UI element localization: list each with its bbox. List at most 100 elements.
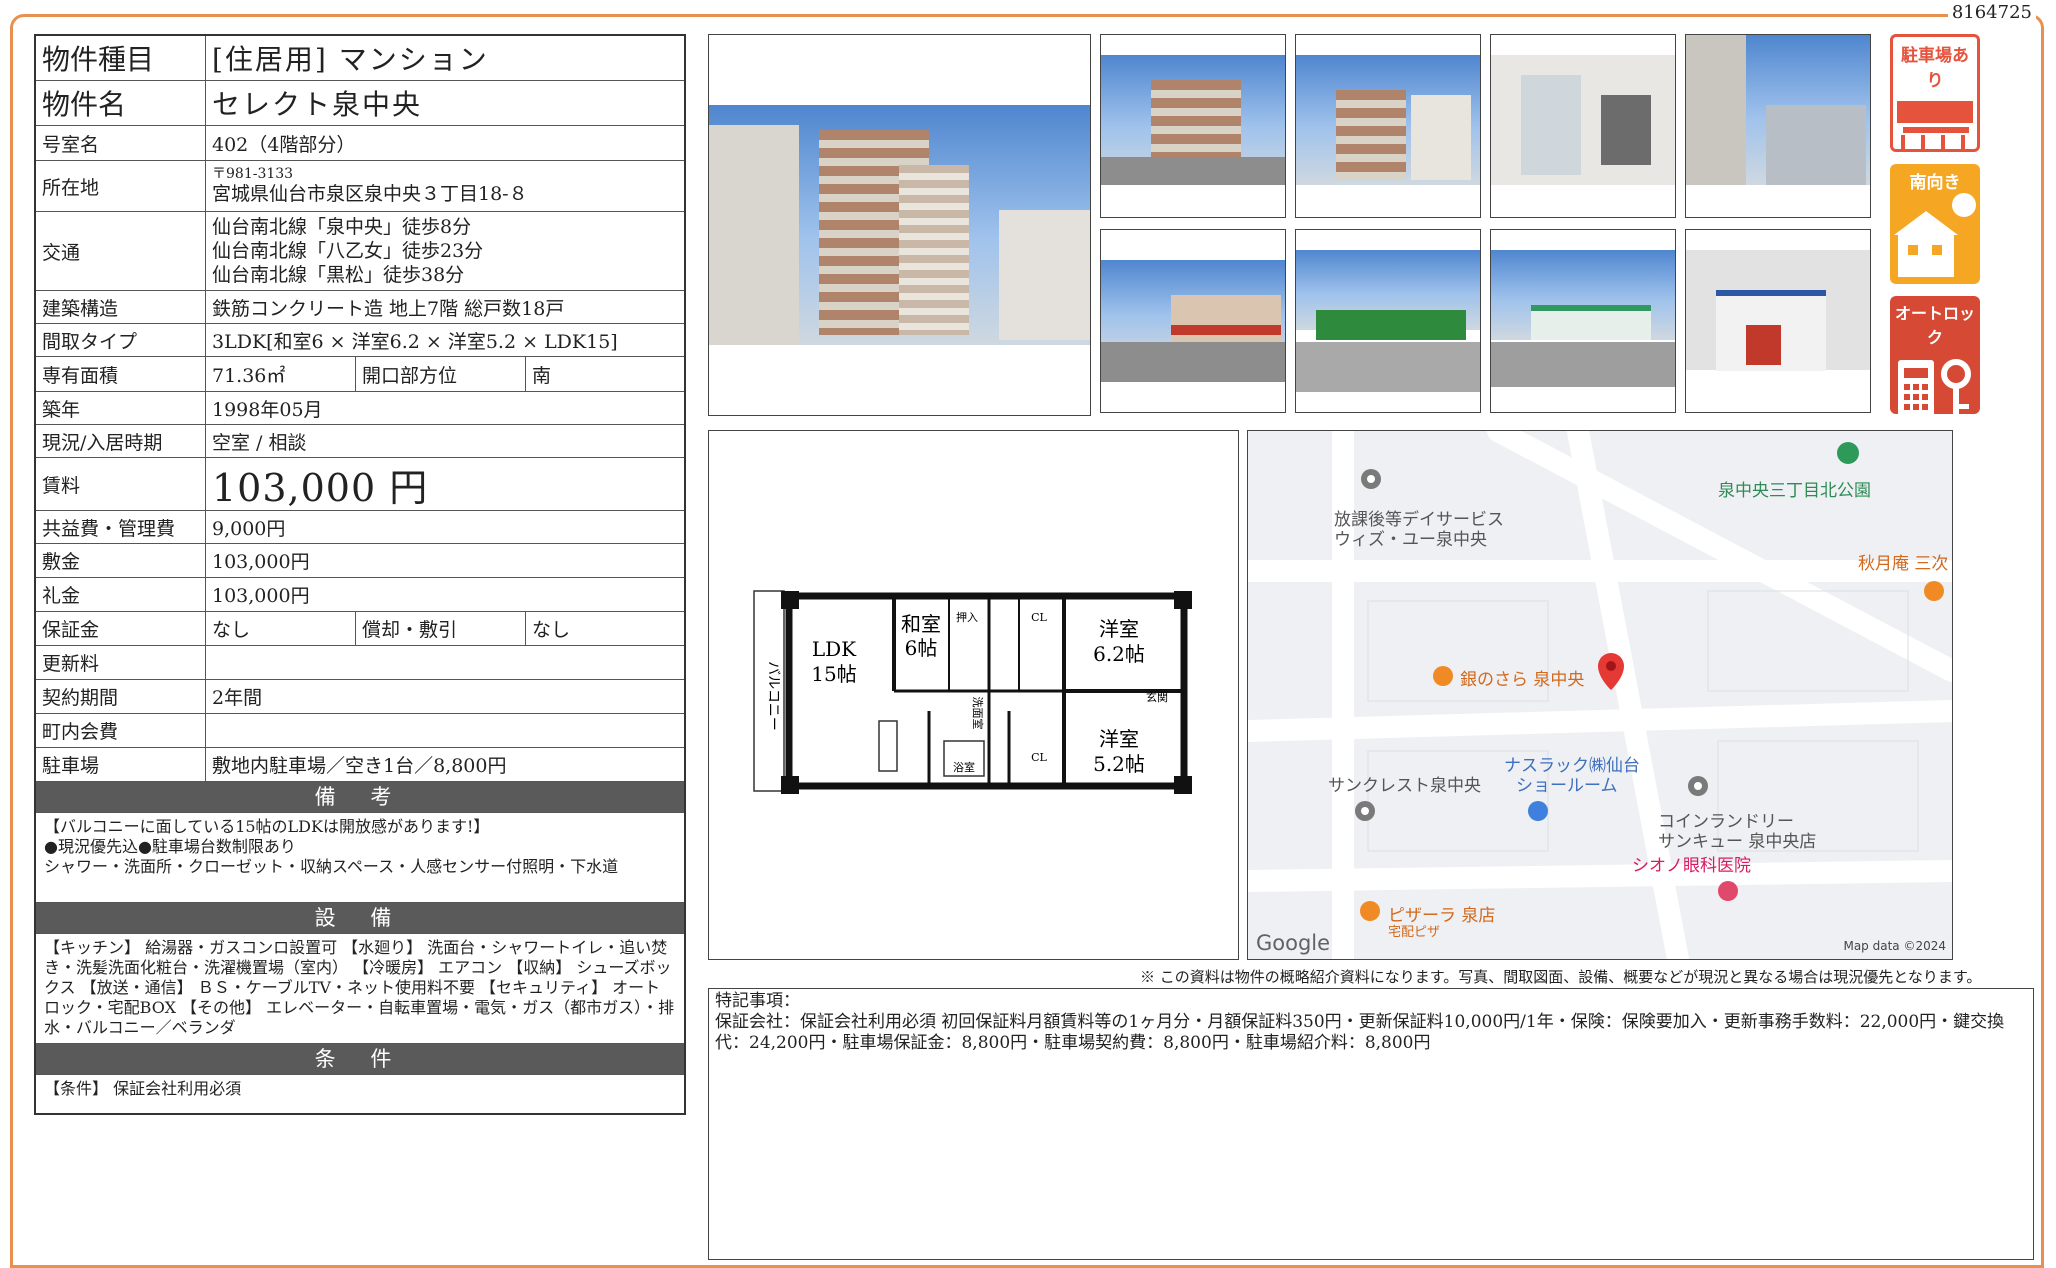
map-label: 銀のさら 泉中央 xyxy=(1460,670,1585,690)
map-credit: Map data ©2024 xyxy=(1843,939,1946,953)
label-amort: 償却・敷引 xyxy=(356,612,526,645)
map-label: 秋月庵 三次 xyxy=(1858,554,1949,574)
fp-entrance: 玄関 xyxy=(1146,690,1168,704)
special-notes: 特記事項： 保証会社：保証会社利用必須 初回保証料月額賃料等の1ヶ月分・月額保証… xyxy=(708,988,2034,1260)
spec-row-structure: 建築構造 鉄筋コンクリート造 地上7階 総戸数18戸 xyxy=(36,291,684,324)
label-fee: 共益費・管理費 xyxy=(36,511,206,543)
spec-row-deposit: 敷金 103,000円 xyxy=(36,544,684,578)
floor-plan: バルコニー LDK 15帖 和室 6帖 洋室 6.2帖 洋室 5.2帖 押入 C… xyxy=(708,430,1239,960)
spec-row-renewal: 更新料 xyxy=(36,646,684,680)
fp-closet: CL xyxy=(1031,751,1047,764)
traffic-line: 仙台南北線「八乙女」徒歩23分 xyxy=(212,240,484,262)
value-area: 71.36㎡ xyxy=(206,357,356,391)
value-community xyxy=(206,714,684,747)
fp-balcony: バルコニー xyxy=(765,661,781,731)
value-parking: 敷地内駐車場／空き1台／8,800円 xyxy=(212,755,507,777)
floor-plan-drawing: バルコニー LDK 15帖 和室 6帖 洋室 6.2帖 洋室 5.2帖 押入 C… xyxy=(753,590,1192,794)
spec-row-status: 現況/入居時期 空室 / 相談 xyxy=(36,425,684,458)
fp-yoshitsu2-size: 5.2帖 xyxy=(1093,752,1145,776)
value-rent: 103,000 円 xyxy=(212,465,429,510)
label-status: 現況/入居時期 xyxy=(36,425,206,457)
label-room: 号室名 xyxy=(36,126,206,160)
location-map: 放課後等デイサービス ウィズ・ユー泉中央 泉中央三丁目北公園 秋月庵 三次 銀の… xyxy=(1247,430,1953,960)
remarks-line: ●現況優先込●駐車場台数制限あり xyxy=(44,837,296,856)
value-keymoney: 103,000円 xyxy=(212,585,310,607)
special-notes-title: 特記事項： xyxy=(715,991,800,1011)
fp-washitsu: 和室 xyxy=(901,612,941,636)
thumbnail-photo xyxy=(1490,229,1676,413)
fp-yoshitsu2: 洋室 xyxy=(1099,727,1139,751)
label-type: 物件種目 xyxy=(36,36,206,80)
equipment-heading: 設 備 xyxy=(36,903,684,934)
label-rent: 賃料 xyxy=(36,458,206,510)
value-address: 〒981-3133 宮城県仙台市泉区泉中央３丁目18-８ xyxy=(206,161,684,211)
thumbnail-photo xyxy=(1295,34,1481,218)
label-deposit: 敷金 xyxy=(36,544,206,577)
spec-row-contract: 契約期間 2年間 xyxy=(36,680,684,714)
label-community: 町内会費 xyxy=(36,714,206,747)
label-parking: 駐車場 xyxy=(36,748,206,781)
thumbnail-photo xyxy=(1295,229,1481,413)
fp-bath: 浴室 xyxy=(953,760,975,774)
label-structure: 建築構造 xyxy=(36,291,206,323)
value-amort: なし xyxy=(532,619,571,641)
badge-south: 南向き xyxy=(1890,164,1980,284)
thumbnail-photo xyxy=(1490,34,1676,218)
equipment-body: 【キッチン】 給湯器・ガスコンロ設置可 【水廻り】 洗面台・シャワートイレ・追い… xyxy=(36,934,684,1044)
label-layout: 間取タイプ xyxy=(36,324,206,356)
spec-row-guarantee: 保証金 なし 償却・敷引 なし xyxy=(36,612,684,646)
map-label: 泉中央三丁目北公園 xyxy=(1718,481,1871,501)
keypad-lock-icon xyxy=(1898,359,1971,414)
map-label: ウィズ・ユー泉中央 xyxy=(1334,530,1487,550)
remarks-body: 【バルコニーに面している15帖のLDKは開放感があります!】 ●現況優先込●駐車… xyxy=(36,813,684,903)
spec-row-parking: 駐車場 敷地内駐車場／空き1台／8,800円 xyxy=(36,748,684,782)
value-guarantee-group: なし 償却・敷引 なし xyxy=(206,612,684,645)
spec-table: 物件種目 [住居用] マンション 物件名 セレクト泉中央 号室名 402（4階部… xyxy=(34,34,686,1115)
address-text: 宮城県仙台市泉区泉中央３丁目18-８ xyxy=(212,183,528,205)
sun-house-icon xyxy=(1894,193,1976,277)
remarks-line: シャワー・洗面所・クローゼット・収納スペース・人感センサー付照明・下水道 xyxy=(44,857,619,876)
value-guarantee: なし xyxy=(206,612,356,645)
value-area-group: 71.36㎡ 開口部方位 南 xyxy=(206,357,684,391)
badge-parking-label: 駐車場あり xyxy=(1901,46,1969,91)
value-contract: 2年間 xyxy=(212,687,263,709)
remarks-heading: 備 考 xyxy=(36,782,684,813)
spec-row-rent: 賃料 103,000 円 xyxy=(36,458,684,511)
fp-yoshitsu1-size: 6.2帖 xyxy=(1093,642,1145,666)
badge-parking: 駐車場あり xyxy=(1890,34,1980,152)
label-traffic: 交通 xyxy=(36,212,206,290)
map-label: サンクレスト泉中央 xyxy=(1328,776,1481,796)
fp-yoshitsu1: 洋室 xyxy=(1099,617,1139,641)
conditions-body: 【条件】 保証会社利用必須 xyxy=(44,1079,242,1098)
value-built: 1998年05月 xyxy=(212,398,323,421)
map-google-logo: Google xyxy=(1256,931,1331,955)
spec-row-layout: 間取タイプ 3LDK[和室6 × 洋室6.2 × 洋室5.2 × LDK15] xyxy=(36,324,684,357)
fp-closet: CL xyxy=(1031,611,1047,624)
spec-row-name: 物件名 セレクト泉中央 xyxy=(36,81,684,126)
spec-row-traffic: 交通 仙台南北線「泉中央」徒歩8分 仙台南北線「八乙女」徒歩23分 仙台南北線「… xyxy=(36,212,684,291)
fp-washitsu-size: 6帖 xyxy=(905,636,938,660)
badge-south-label: 南向き xyxy=(1909,173,1961,193)
fp-ldk-size: 15帖 xyxy=(811,662,856,686)
spec-row-area: 専有面積 71.36㎡ 開口部方位 南 xyxy=(36,357,684,392)
spec-row-address: 所在地 〒981-3133 宮城県仙台市泉区泉中央３丁目18-８ xyxy=(36,161,684,212)
label-direction: 開口部方位 xyxy=(356,357,526,391)
value-renewal xyxy=(206,646,684,679)
label-renewal: 更新料 xyxy=(36,646,206,679)
label-built: 築年 xyxy=(36,392,206,424)
value-fee: 9,000円 xyxy=(212,517,286,540)
value-layout: 3LDK[和室6 × 洋室6.2 × 洋室5.2 × LDK15] xyxy=(212,330,618,353)
map-label: シオノ眼科医院 xyxy=(1632,856,1751,876)
spec-row-keymoney: 礼金 103,000円 xyxy=(36,578,684,612)
main-building-photo xyxy=(708,34,1091,416)
thumbnail-photo xyxy=(1685,229,1871,413)
label-contract: 契約期間 xyxy=(36,680,206,713)
parking-icon xyxy=(1897,101,1973,149)
value-deposit: 103,000円 xyxy=(212,551,310,573)
badge-autolock-label: オートロック xyxy=(1894,304,1975,347)
value-structure: 鉄筋コンクリート造 地上7階 総戸数18戸 xyxy=(212,297,565,320)
thumbnail-photo xyxy=(1100,34,1286,218)
label-address: 所在地 xyxy=(36,161,206,211)
value-status: 空室 / 相談 xyxy=(212,431,307,454)
label-guarantee: 保証金 xyxy=(36,612,206,645)
